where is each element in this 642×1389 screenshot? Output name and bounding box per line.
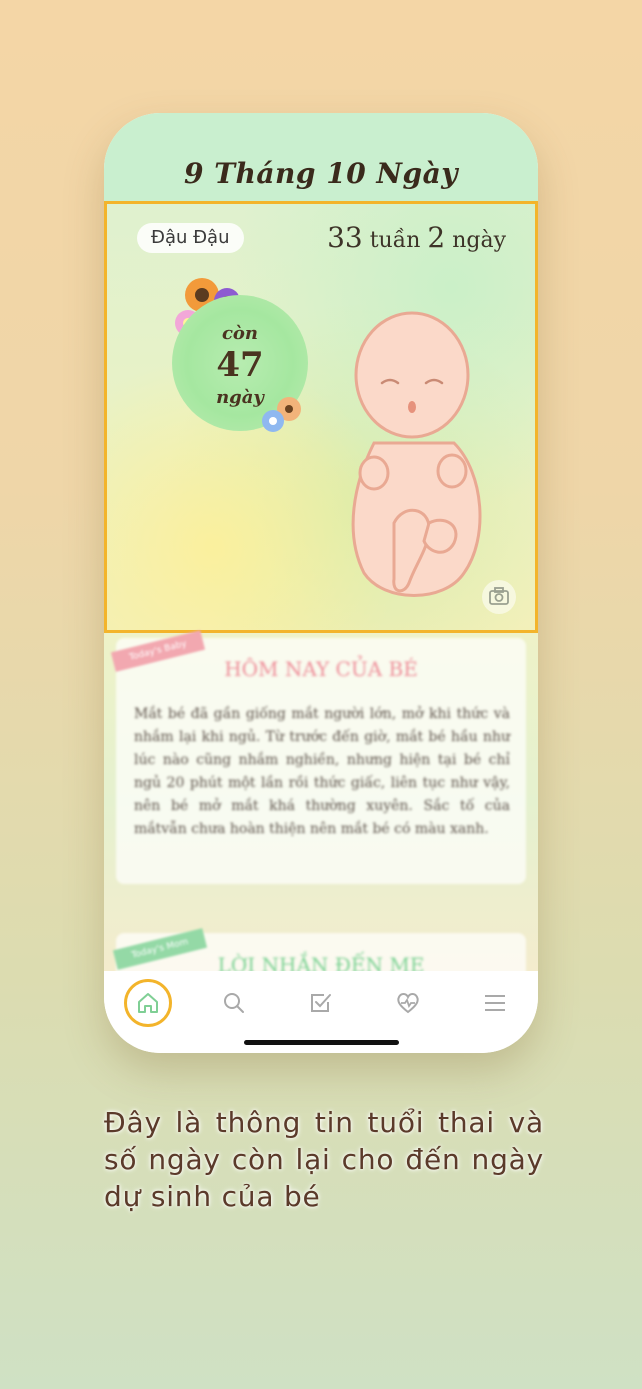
fetus-illustration <box>351 311 482 597</box>
countdown-number: 47 <box>216 345 264 385</box>
gestational-age: 33 tuần 2 ngày <box>327 221 506 254</box>
flower-decoration-small-icon <box>262 397 301 432</box>
checklist-icon <box>311 994 331 1012</box>
days-value: 2 <box>427 221 446 254</box>
home-indicator <box>244 1040 399 1045</box>
tab-health[interactable] <box>384 979 432 1027</box>
heart-pulse-icon <box>397 993 419 1014</box>
tab-checklist[interactable] <box>297 979 345 1027</box>
home-icon <box>138 993 158 1013</box>
menu-icon <box>485 995 505 1011</box>
today-card-body: Mắt bé đã gần giống mắt người lớn, mở kh… <box>134 706 510 837</box>
baby-name-badge[interactable]: Đậu Đậu <box>137 223 244 253</box>
tab-search[interactable] <box>210 979 258 1027</box>
tab-home[interactable] <box>124 979 172 1027</box>
page-title: 9 Tháng 10 Ngày <box>183 157 459 190</box>
phone-frame: 9 Tháng 10 Ngày Đậu Đậu 33 tuần 2 ngày c… <box>104 113 538 1053</box>
camera-button[interactable] <box>482 580 516 614</box>
caption: Đây là thông tin tuổi thai và số ngày cò… <box>104 1106 544 1213</box>
header: 9 Tháng 10 Ngày <box>104 113 538 201</box>
weeks-value: 33 <box>327 221 363 254</box>
countdown-prefix: còn <box>221 323 259 344</box>
days-unit: ngày <box>452 228 506 253</box>
camera-icon <box>489 587 509 605</box>
search-icon <box>224 993 244 1013</box>
tab-menu[interactable] <box>471 979 519 1027</box>
weeks-unit: tuần <box>369 228 421 253</box>
today-card-title: HÔM NAY CỦA BÉ <box>224 657 418 681</box>
